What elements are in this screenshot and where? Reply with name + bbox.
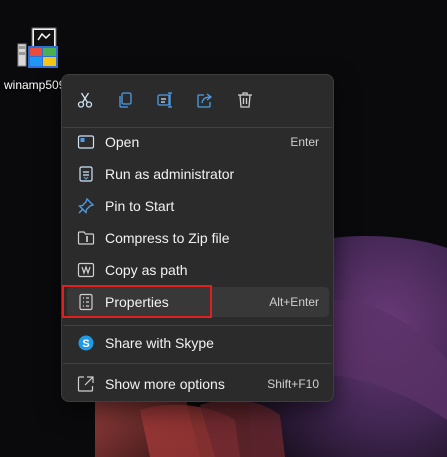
menu-item-label: Run as administrator: [105, 166, 235, 182]
menu-item-show-more-options[interactable]: Show more options Shift+F10: [67, 369, 329, 399]
context-menu: Open Enter Run as administrator Pin to S…: [61, 74, 334, 402]
menu-item-compress-to-zip[interactable]: Compress to Zip file: [67, 223, 329, 253]
quick-actions-bar: [70, 85, 290, 115]
svg-text:S: S: [82, 338, 89, 350]
skype-icon: S: [77, 334, 95, 352]
desktop-icon-label: winamp509: [4, 78, 66, 92]
menu-item-shortcut: Alt+Enter: [269, 295, 319, 309]
menu-item-properties[interactable]: Properties Alt+Enter: [67, 287, 329, 317]
copy-icon: [119, 92, 132, 108]
menu-separator: [63, 325, 332, 326]
menu-item-pin-to-start[interactable]: Pin to Start: [67, 191, 329, 221]
properties-icon: [77, 293, 95, 311]
copy-path-icon: [77, 261, 95, 279]
cut-button[interactable]: [70, 85, 100, 115]
menu-item-copy-as-path[interactable]: Copy as path: [67, 255, 329, 285]
menu-item-open[interactable]: Open Enter: [67, 127, 329, 157]
rename-icon: [157, 92, 172, 108]
menu-item-shortcut: Shift+F10: [267, 377, 319, 391]
menu-item-shortcut: Enter: [290, 135, 319, 149]
menu-item-run-as-administrator[interactable]: Run as administrator: [67, 159, 329, 189]
menu-item-label: Open: [105, 134, 140, 150]
copy-button[interactable]: [110, 85, 140, 115]
desktop-icon-winamp[interactable]: winamp509: [2, 22, 68, 92]
share-button[interactable]: [190, 85, 220, 115]
menu-item-label: Properties: [105, 294, 169, 310]
pin-icon: [77, 197, 95, 215]
installer-icon: [17, 27, 58, 68]
menu-separator: [63, 363, 332, 364]
rename-button[interactable]: [150, 85, 180, 115]
cut-icon: [77, 92, 93, 108]
open-app-icon: [77, 133, 95, 151]
menu-item-label: Share with Skype: [105, 335, 214, 351]
shield-icon: [77, 165, 95, 183]
delete-button[interactable]: [230, 85, 260, 115]
zip-folder-icon: [77, 229, 95, 247]
share-icon: [197, 93, 213, 108]
more-options-icon: [77, 375, 95, 393]
menu-item-label: Compress to Zip file: [105, 230, 230, 246]
menu-item-label: Show more options: [105, 376, 225, 392]
menu-item-label: Copy as path: [105, 262, 188, 278]
menu-item-label: Pin to Start: [105, 198, 175, 214]
delete-icon: [238, 92, 252, 108]
menu-item-share-with-skype[interactable]: S Share with Skype: [67, 328, 329, 358]
